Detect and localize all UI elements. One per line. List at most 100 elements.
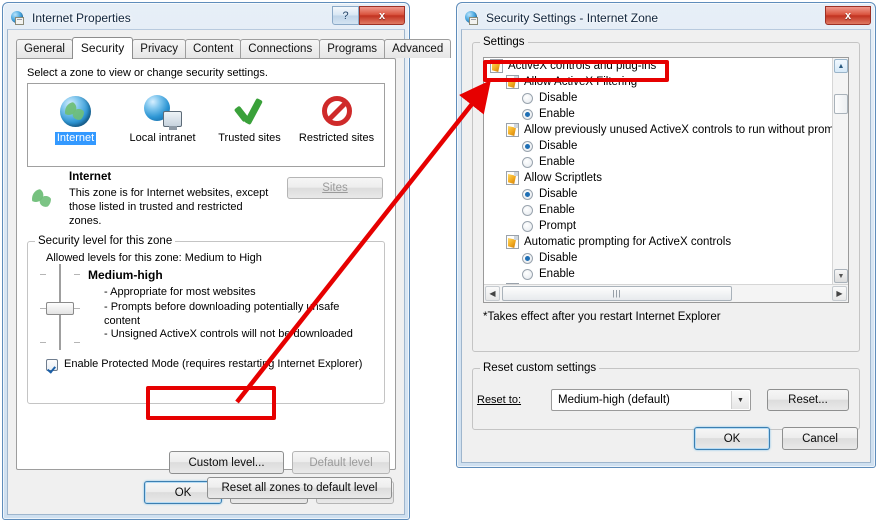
reset-group-title: Reset custom settings (480, 362, 600, 374)
titlebar-buttons: x (825, 6, 871, 25)
settings-row-setting[interactable]: Allow previously unused ActiveX controls… (484, 122, 832, 138)
custom-level-button-label: Custom level... (188, 456, 265, 469)
settings-row-option[interactable]: Enable (484, 202, 832, 218)
zone-description-text: This zone is for Internet websites, exce… (69, 187, 269, 227)
settings-row-label: Enable (539, 268, 575, 280)
settings-vertical-scrollbar[interactable]: ▲ ▼ (832, 58, 848, 284)
settings-row-label: Allow Scriptlets (524, 172, 602, 184)
settings-row-setting[interactable]: Allow ActiveX Filtering (484, 74, 832, 90)
security-settings-window: Security Settings - Internet Zone x Sett… (456, 2, 876, 468)
tab-strip: General Security Privacy Content Connect… (16, 37, 452, 59)
radio-icon[interactable] (522, 188, 533, 200)
zone-selector[interactable]: Internet Local intranet Trusted sites Re… (27, 83, 385, 167)
settings-horizontal-scrollbar[interactable]: ◀ ||| ▶ (484, 284, 848, 302)
reset-all-zones-button-label: Reset all zones to default level (221, 482, 378, 494)
settings-folder-icon (506, 123, 519, 137)
zone-trusted-sites-label: Trusted sites (218, 132, 281, 144)
settings-row-label: Allow previously unused ActiveX controls… (524, 124, 832, 136)
tab-privacy[interactable]: Privacy (132, 39, 186, 58)
window-title: Security Settings - Internet Zone (486, 11, 659, 25)
settings-row-option[interactable]: Enable (484, 106, 832, 122)
screenshot-root: Internet Properties ? x General Security… (0, 0, 878, 523)
tab-programs[interactable]: Programs (319, 39, 386, 58)
vertical-scroll-thumb[interactable] (834, 94, 848, 114)
zone-description-title: Internet (69, 171, 112, 183)
internet-properties-window: Internet Properties ? x General Security… (2, 2, 452, 520)
scroll-up-icon[interactable]: ▲ (834, 59, 848, 73)
reset-to-label-text: Reset to: (477, 394, 522, 406)
protected-mode-checkbox[interactable] (46, 359, 58, 371)
settings-row-category[interactable]: ActiveX controls and plug-ins (484, 58, 832, 74)
security-settings-footer: OK Cancel (694, 427, 858, 450)
close-button[interactable]: x (359, 6, 405, 25)
scroll-down-icon[interactable]: ▼ (834, 269, 848, 283)
default-level-button[interactable]: Default level (292, 451, 390, 474)
settings-row-label: Disable (539, 188, 578, 200)
settings-row-option[interactable]: Disable (484, 90, 832, 106)
radio-icon[interactable] (522, 92, 533, 104)
security-level-slider[interactable] (40, 264, 80, 350)
allowed-levels-label: Allowed levels for this zone: Medium to … (46, 252, 262, 264)
radio-icon[interactable] (522, 156, 533, 168)
zone-internet[interactable]: Internet (32, 90, 119, 166)
slider-thumb[interactable] (46, 302, 74, 315)
tab-advanced[interactable]: Advanced (384, 39, 452, 58)
no-entry-icon (321, 90, 352, 132)
titlebar-buttons: ? x (332, 6, 405, 25)
sites-button[interactable]: Sites (287, 177, 383, 199)
horizontal-scroll-thumb[interactable]: ||| (502, 286, 732, 301)
settings-row-setting[interactable]: Automatic prompting for ActiveX controls (484, 234, 832, 250)
zone-trusted-sites[interactable]: Trusted sites (206, 90, 293, 166)
radio-icon[interactable] (522, 220, 533, 232)
ok-button[interactable]: OK (694, 427, 770, 450)
reset-button[interactable]: Reset... (767, 389, 849, 411)
restart-note: *Takes effect after you restart Internet… (483, 311, 721, 323)
scroll-right-icon[interactable]: ▶ (832, 286, 847, 301)
settings-row-label: Disable (539, 252, 578, 264)
zone-local-intranet[interactable]: Local intranet (119, 90, 206, 166)
settings-row-option[interactable]: Disable (484, 186, 832, 202)
settings-row-option[interactable]: Prompt (484, 218, 832, 234)
close-button[interactable]: x (825, 6, 871, 25)
reset-all-zones-button[interactable]: Reset all zones to default level (207, 477, 392, 499)
tab-general[interactable]: General (16, 39, 73, 58)
intranet-icon (143, 90, 182, 132)
zone-restricted-sites[interactable]: Restricted sites (293, 90, 380, 166)
security-level-name: Medium-high (88, 268, 163, 282)
tab-connections[interactable]: Connections (240, 39, 321, 58)
green-check-icon (233, 90, 266, 132)
radio-icon[interactable] (522, 108, 533, 120)
chevron-down-icon[interactable]: ▼ (731, 391, 749, 409)
tab-security[interactable]: Security (71, 37, 134, 59)
radio-icon[interactable] (522, 252, 533, 264)
settings-row-option[interactable]: Disable (484, 250, 832, 266)
tab-content[interactable]: Content (184, 39, 242, 58)
custom-level-button[interactable]: Custom level... (169, 451, 284, 474)
reset-custom-settings-group: Reset custom settings Reset to: Medium-h… (472, 362, 860, 430)
cancel-button[interactable]: Cancel (782, 427, 858, 450)
security-tab-page: Select a zone to view or change security… (16, 58, 396, 499)
settings-row-option[interactable]: Enable (484, 266, 832, 282)
settings-row-label: Allow ActiveX Filtering (524, 76, 638, 88)
globe-icon (60, 90, 91, 132)
reset-to-combobox[interactable]: Medium-high (default) ▼ (551, 389, 751, 411)
security-level-group-title: Security level for this zone (35, 235, 176, 247)
radio-icon[interactable] (522, 140, 533, 152)
default-level-button-label: Default level (309, 456, 373, 469)
scroll-left-icon[interactable]: ◀ (485, 286, 500, 301)
radio-icon[interactable] (522, 204, 533, 216)
settings-row-option[interactable]: Enable (484, 154, 832, 170)
settings-folder-icon (506, 75, 519, 89)
settings-row-label: Enable (539, 156, 575, 168)
settings-folder-icon (490, 59, 503, 73)
help-button[interactable]: ? (332, 6, 359, 25)
zone-restricted-sites-label: Restricted sites (298, 132, 375, 144)
settings-row-option[interactable]: Disable (484, 138, 832, 154)
security-level-bullet-2: - Prompts before downloading potentially… (104, 301, 340, 327)
settings-listbox[interactable]: ActiveX controls and plug-ins Allow Acti… (483, 57, 849, 303)
security-settings-titlebar: Security Settings - Internet Zone x (461, 6, 871, 29)
settings-row-setting[interactable]: Allow Scriptlets (484, 170, 832, 186)
settings-row-label: Enable (539, 204, 575, 216)
radio-icon[interactable] (522, 268, 533, 280)
internet-properties-client: General Security Privacy Content Connect… (7, 29, 452, 515)
